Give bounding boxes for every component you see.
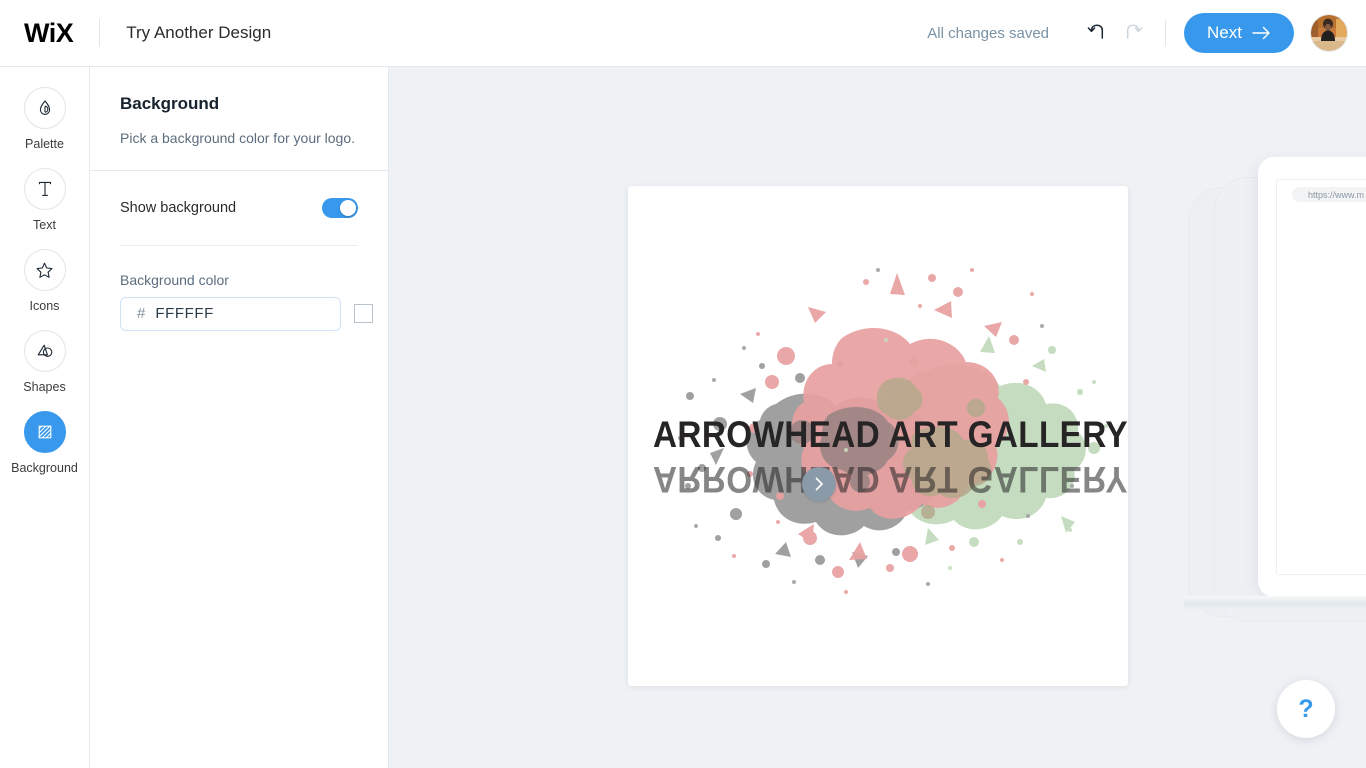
hex-color-input[interactable] <box>155 305 355 323</box>
sidebar-item-label: Shapes <box>23 380 66 394</box>
text-t-icon <box>38 181 51 196</box>
show-background-label: Show background <box>120 199 237 216</box>
page-title: Try Another Design <box>126 23 272 42</box>
hatched-square-icon <box>38 425 51 439</box>
mockup-shelf <box>1184 596 1366 610</box>
sidebar-item-label: Palette <box>25 137 64 151</box>
tablet-screen: https://www.m <box>1276 179 1366 575</box>
avatar[interactable] <box>1310 14 1348 52</box>
sidebar-item-text[interactable]: Text <box>0 168 89 232</box>
mockup-url-bar: https://www.m <box>1292 187 1366 202</box>
device-mockup-carousel: https://www.m <box>1184 67 1366 768</box>
logo-preview-card[interactable]: ARROWHEAD ART GALLERY ARROWHEAD ART GALL… <box>628 186 1128 686</box>
icons-icon-circle <box>23 249 66 291</box>
chevron-right-icon <box>815 477 823 491</box>
undo-arrow-icon <box>1087 24 1104 39</box>
next-button[interactable]: Next <box>1184 13 1294 53</box>
show-background-toggle[interactable] <box>322 197 358 218</box>
topbar-actions: All changes saved Next <box>927 13 1348 53</box>
star-icon <box>36 262 53 278</box>
sidebar-item-label: Text <box>33 218 56 232</box>
panel-header: Background Pick a background color for y… <box>90 67 388 170</box>
carousel-next-button[interactable] <box>802 467 836 501</box>
actions-divider <box>1165 20 1167 46</box>
sidebar-item-background[interactable]: Background <box>0 411 89 475</box>
background-settings-panel: Background Pick a background color for y… <box>90 67 389 768</box>
sidebar-item-palette[interactable]: Palette <box>0 87 89 151</box>
redo-arrow-icon <box>1126 24 1143 39</box>
section-divider <box>120 244 358 246</box>
wix-logo[interactable]: WiX <box>24 18 74 49</box>
preview-canvas: https://www.m ARROWHEAD ART GALLERY ARRO… <box>389 67 1366 768</box>
hash-symbol: # <box>137 305 146 323</box>
shapes-icon <box>37 344 52 357</box>
avatar-photo-icon <box>1311 15 1347 51</box>
sidebar-item-icons[interactable]: Icons <box>0 249 89 313</box>
redo-button[interactable] <box>1115 15 1151 51</box>
panel-subtitle: Pick a background color for your logo. <box>120 130 356 146</box>
logo-artwork: ARROWHEAD ART GALLERY ARROWHEAD ART GALL… <box>628 186 1128 686</box>
show-background-row: Show background <box>120 171 358 245</box>
color-swatch-button[interactable] <box>354 304 374 324</box>
text-icon-circle <box>23 168 66 210</box>
help-button[interactable]: ? <box>1277 680 1335 738</box>
sidebar-item-label: Background <box>11 461 78 475</box>
palette-icon-circle <box>23 87 66 129</box>
arrow-right-icon <box>1252 26 1270 40</box>
tablet-mockup[interactable]: https://www.m <box>1258 157 1366 597</box>
logo-reflection-text: ARROWHEAD ART GALLERY <box>653 459 1128 500</box>
background-color-label: Background color <box>120 271 229 288</box>
sidebar-item-shapes[interactable]: Shapes <box>0 330 89 394</box>
droplet-icon <box>39 100 50 115</box>
logo-title-text: ARROWHEAD ART GALLERY <box>653 414 1128 455</box>
background-color-field[interactable]: # <box>120 296 374 331</box>
sidebar-item-label: Icons <box>29 299 60 313</box>
topbar-divider <box>99 19 101 47</box>
undo-button[interactable] <box>1079 15 1115 51</box>
next-button-label: Next <box>1207 23 1242 42</box>
shapes-icon-circle <box>23 330 66 372</box>
mockup-url-text: https://www.m <box>1308 189 1365 200</box>
save-status: All changes saved <box>927 24 1050 42</box>
panel-body: Show background Background color # <box>90 171 388 331</box>
background-icon-circle <box>23 411 66 453</box>
toggle-knob <box>340 199 356 216</box>
left-icon-rail: Palette Text Icons Shapes Background <box>0 67 90 768</box>
panel-title: Background <box>120 94 220 113</box>
top-bar: WiX Try Another Design All changes saved… <box>0 0 1366 67</box>
